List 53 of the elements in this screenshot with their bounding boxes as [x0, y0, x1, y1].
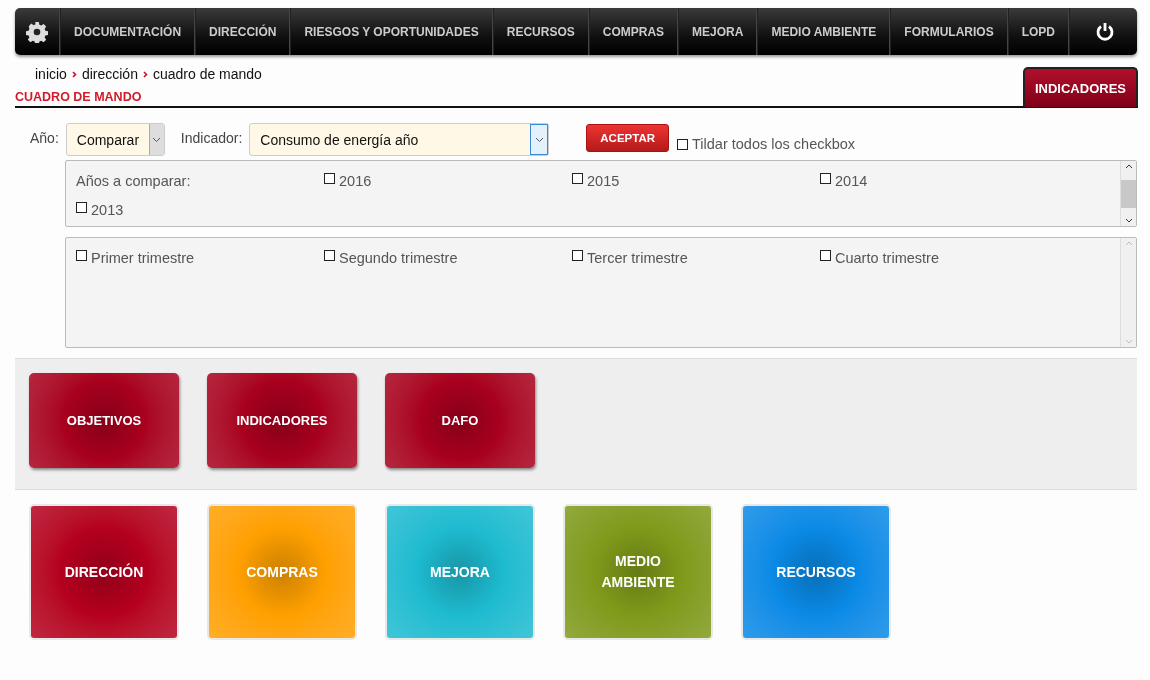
tile-button[interactable]: DIRECCIÓN: [29, 504, 179, 640]
nav-menu-item[interactable]: RIESGOS Y OPORTUNIDADES: [290, 8, 493, 55]
checkbox-label: Tercer trimestre: [587, 250, 688, 266]
checkbox-label: Segundo trimestre: [339, 250, 458, 266]
chevron-down-icon[interactable]: [1124, 218, 1133, 223]
checkbox[interactable]: [324, 173, 335, 184]
tile-button[interactable]: OBJETIVOS: [29, 373, 179, 468]
chevron-down-icon: [534, 136, 544, 143]
nav-menu-item[interactable]: LOPD: [1007, 8, 1069, 55]
breadcrumb-link[interactable]: inicio: [35, 66, 67, 82]
checkbox[interactable]: [324, 250, 335, 261]
tile-button[interactable]: DAFO: [385, 373, 535, 468]
nav-menu-item[interactable]: MEDIO AMBIENTE: [757, 8, 891, 55]
field-label: Años a comparar:: [76, 173, 192, 191]
chevron-down-icon: [152, 136, 162, 143]
scrollbar[interactable]: [1120, 161, 1136, 226]
checkbox[interactable]: [76, 202, 87, 213]
checkbox-label: Primer trimestre: [91, 250, 195, 266]
settings-icon[interactable]: [26, 20, 48, 43]
nav-menu-item[interactable]: COMPRAS: [588, 8, 679, 55]
page-title: CUADRO DE MANDO: [15, 90, 143, 104]
checkbox-label: 2016: [339, 173, 372, 189]
checkbox-label: 2013: [91, 202, 124, 218]
checkbox-label: 2015: [587, 173, 620, 189]
power-icon[interactable]: [1095, 21, 1115, 42]
checkbox[interactable]: [820, 173, 831, 184]
indicator-dropdown[interactable]: Consumo de energía año: [249, 123, 550, 156]
nav-menu-item[interactable]: DIRECCIÓN: [195, 8, 291, 55]
checkbox-label: Tildar todos los checkbox: [692, 136, 856, 152]
breadcrumb-link[interactable]: cuadro de mando: [152, 66, 262, 82]
tab[interactable]: INDICADORES: [1023, 67, 1138, 107]
checkbox[interactable]: [572, 173, 583, 184]
chevron-up-icon[interactable]: [1124, 164, 1133, 169]
checkbox[interactable]: [820, 250, 831, 261]
breadcrumb-link[interactable]: dirección: [81, 66, 138, 82]
tile-button[interactable]: INDICADORES: [207, 373, 357, 468]
nav-menu-item[interactable]: RECURSOS: [492, 8, 589, 55]
year-dropdown[interactable]: Comparar: [65, 123, 165, 156]
checkbox[interactable]: [572, 250, 583, 261]
year-label: Año:: [30, 130, 59, 146]
nav-menu-item[interactable]: MEJORA: [678, 8, 758, 55]
nav-menu-item[interactable]: FORMULARIOS: [890, 8, 1008, 55]
checkbox[interactable]: [677, 138, 689, 150]
accept-button[interactable]: ACEPTAR: [586, 124, 670, 152]
checkbox-label: Cuarto trimestre: [835, 250, 939, 266]
tile-button[interactable]: MEDIO AMBIENTE: [563, 504, 713, 640]
chevron-right-icon: [142, 70, 148, 78]
checkbox[interactable]: [76, 250, 87, 261]
indicator-label: Indicador:: [180, 130, 243, 146]
chevron-right-icon: [71, 70, 77, 78]
tile-button[interactable]: RECURSOS: [741, 504, 891, 640]
nav-menu-item[interactable]: DOCUMENTACIÓN: [60, 8, 196, 55]
checkbox-label: 2014: [835, 173, 868, 189]
